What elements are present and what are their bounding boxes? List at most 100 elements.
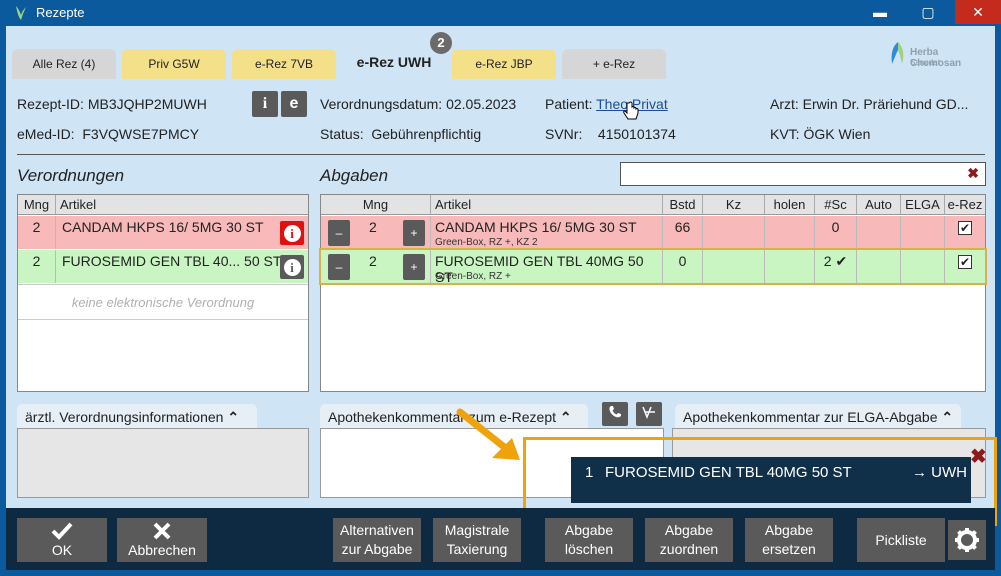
column-header-artikel[interactable]: Artikel <box>431 195 663 215</box>
status-row: Status: Gebührenpflichtig <box>320 126 481 142</box>
column-header-kz[interactable]: Kz <box>703 195 765 215</box>
magistrale-button[interactable]: Magistrale Taxierung <box>433 518 521 562</box>
rezept-id-row: Rezept-ID: MB3JQHP2MUWH <box>17 96 207 112</box>
formula-button[interactable] <box>636 402 662 426</box>
row-elga <box>901 216 945 249</box>
increase-button[interactable]: + <box>403 254 425 280</box>
cancel-button[interactable]: Abbrechen <box>117 518 207 562</box>
assign-abgabe-button[interactable]: Abgabe zuordnen <box>645 518 733 562</box>
tab-erez-7vb[interactable]: e-Rez 7VB <box>232 49 336 79</box>
row-kz <box>703 250 765 283</box>
replace-label-2: ersetzen <box>762 541 816 557</box>
row-kz <box>703 216 765 249</box>
row-mng: 2 <box>18 250 56 283</box>
column-header-auto[interactable]: Auto <box>857 195 901 215</box>
arzt-info-box <box>17 428 309 498</box>
tab-erez-jbp[interactable]: e-Rez JBP <box>452 49 556 79</box>
brand-icon <box>891 42 904 64</box>
patient-label: Patient: <box>545 96 593 112</box>
abgabe-row[interactable]: – 2 + CANDAM HKPS 16/ 5MG 30 ST Green-Bo… <box>321 216 985 249</box>
arzt-info-tab[interactable]: ärztl. Verordnungsinformationen ⌃ <box>17 404 257 430</box>
close-icon <box>153 522 171 539</box>
maximize-button[interactable]: ▢ <box>908 0 948 24</box>
column-header-elga[interactable]: ELGA <box>901 195 945 215</box>
row-mng: 2 <box>369 219 377 235</box>
increase-button[interactable]: + <box>403 220 425 246</box>
verordnung-row[interactable]: 2 FUROSEMID GEN TBL 40... 50 ST i <box>18 250 308 283</box>
clear-search-icon[interactable]: ✖ <box>967 165 979 182</box>
row-auto <box>857 250 901 283</box>
chevron-up-icon: ⌃ <box>227 409 240 425</box>
row-artikel: CANDAM HKPS 16/ 5MG 30 ST <box>62 219 264 235</box>
tab-priv-g5w[interactable]: Priv G5W <box>122 49 226 79</box>
drag-item-card[interactable]: 1 FUROSEMID GEN TBL 40MG 50 ST → UWH <box>571 457 971 503</box>
alternatives-label-1: Alternativen <box>340 522 414 538</box>
row-mng: 2 <box>18 216 56 249</box>
pickliste-button[interactable]: Pickliste <box>857 518 945 562</box>
erez-checkbox[interactable]: ✔ <box>958 255 972 269</box>
ok-button[interactable]: OK <box>17 518 107 562</box>
verordnung-row[interactable]: 2 CANDAM HKPS 16/ 5MG 30 ST i <box>18 216 308 249</box>
row-holen <box>765 250 815 283</box>
window-title: Rezepte <box>36 5 85 20</box>
erez-checkbox[interactable]: ✔ <box>958 221 972 235</box>
verordnungsdatum-label: Verordnungsdatum: <box>320 96 443 112</box>
apotheke-erez-tab[interactable]: Apothekenkommentar zum e-Rezept ⌃ <box>320 404 588 430</box>
ok-label: OK <box>51 541 73 558</box>
status-value: Gebührenpflichtig <box>371 126 482 142</box>
abgaben-search-field[interactable]: ✖ <box>620 162 986 186</box>
decrease-button[interactable]: – <box>328 220 350 246</box>
tab-alle-rez[interactable]: Alle Rez (4) <box>12 49 116 79</box>
tab-erez-uwh[interactable]: e-Rez UWH <box>342 44 446 80</box>
phone-button[interactable] <box>602 402 628 426</box>
column-header-erez[interactable]: e-Rez <box>945 195 985 215</box>
column-header-artikel[interactable]: Artikel <box>56 195 308 215</box>
alternatives-button[interactable]: Alternativen zur Abgabe <box>333 518 421 562</box>
replace-abgabe-button[interactable]: Abgabe ersetzen <box>745 518 833 562</box>
verordnungsdatum-value: 02.05.2023 <box>446 96 517 112</box>
phone-icon <box>609 406 621 418</box>
emed-id-value: F3VQWSE7PMCY <box>82 126 200 142</box>
popup-close-icon[interactable]: ✖ <box>970 444 987 469</box>
minimize-button[interactable]: ▬ <box>860 0 900 24</box>
decrease-button[interactable]: – <box>328 254 350 280</box>
kvt-label: KVT: <box>770 126 800 142</box>
delete-abgabe-button[interactable]: Abgabe löschen <box>545 518 633 562</box>
abgaben-table: Mng Artikel Bstd Kz holen #Sc Auto ELGA … <box>319 194 987 392</box>
magistrale-label-2: Taxierung <box>446 541 508 557</box>
info-button[interactable]: i <box>252 91 278 117</box>
row-artikel-sub: Green-Box, RZ +, KZ 2 <box>435 237 538 248</box>
info-icon: i <box>283 225 301 242</box>
emed-id-row: eMed-ID: F3VQWSE7PMCY <box>17 126 199 142</box>
app-logo-icon <box>16 6 26 20</box>
apotheke-elga-tab[interactable]: Apothekenkommentar zur ELGA-Abgabe ⌃ <box>675 404 961 430</box>
row-artikel: CANDAM HKPS 16/ 5MG 30 ST <box>435 219 637 235</box>
row-mng: 2 <box>369 253 377 269</box>
info-icon: i <box>283 259 301 276</box>
column-header-bstd[interactable]: Bstd <box>663 195 703 215</box>
assign-label-2: zuordnen <box>659 541 719 557</box>
rezept-id-label: Rezept-ID: <box>17 96 84 112</box>
row-holen <box>765 216 815 249</box>
column-header-mng[interactable]: Mng <box>321 195 431 215</box>
tab-new-erez[interactable]: + e-Rez <box>562 49 666 79</box>
abgabe-row-selected[interactable]: – 2 + FUROSEMID GEN TBL 40MG 50 ST Green… <box>319 248 987 285</box>
verordnungen-title: Verordnungen <box>17 166 125 185</box>
kvt-row: KVT: ÖGK Wien <box>770 126 870 142</box>
drag-item-text: FUROSEMID GEN TBL 40MG 50 ST <box>605 464 852 481</box>
info-button[interactable]: i <box>280 255 304 279</box>
status-label: Status: <box>320 126 364 142</box>
arzt-label: Arzt: <box>770 96 799 112</box>
info-warning-button[interactable]: i <box>280 221 304 245</box>
close-window-button[interactable]: ✕ <box>955 0 1001 24</box>
e-button[interactable]: e <box>281 91 307 117</box>
svnr-row: SVNr: 4150101374 <box>545 126 676 142</box>
column-header-holen[interactable]: holen <box>765 195 815 215</box>
svnr-value: 4150101374 <box>597 126 676 142</box>
gear-icon <box>955 528 979 552</box>
column-header-mng[interactable]: Mng <box>18 195 56 215</box>
abgaben-title: Abgaben <box>320 166 389 185</box>
column-header-sc[interactable]: #Sc <box>815 195 857 215</box>
assign-label-1: Abgabe <box>664 522 714 538</box>
settings-button[interactable] <box>948 520 986 560</box>
